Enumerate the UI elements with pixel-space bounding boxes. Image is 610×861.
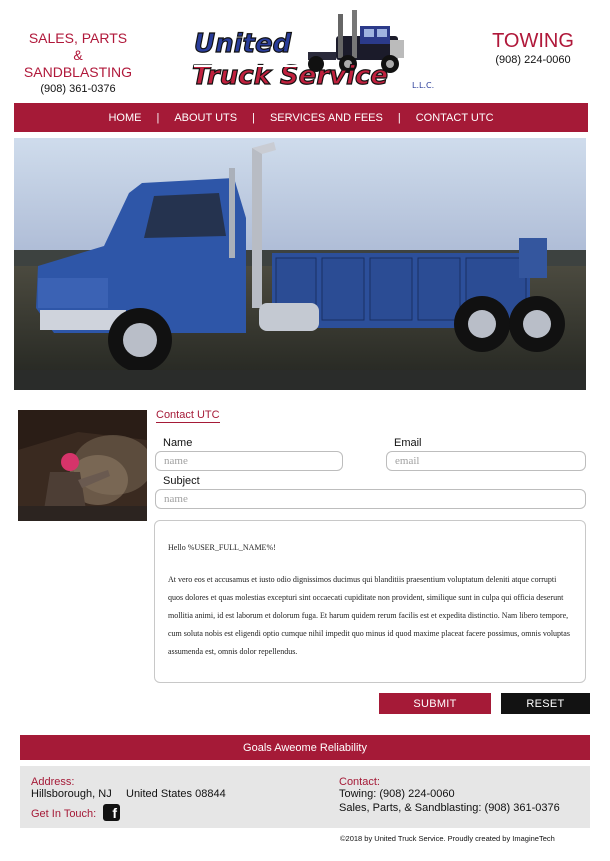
submit-button[interactable]: SUBMIT (379, 693, 491, 714)
reset-button[interactable]: RESET (501, 693, 590, 714)
sales-phone: (908) 361-0376 (40, 83, 116, 95)
message-textarea[interactable]: Hello %USER_FULL_NAME%! At vero eos et a… (154, 520, 586, 683)
copyright: ©2018 by United Truck Service. Proudly c… (340, 834, 555, 843)
towing-header-block: TOWING (908) 224-0060 (478, 30, 588, 66)
goals-banner: Goals Aweome Reliability (20, 735, 590, 760)
name-label: Name (163, 437, 193, 449)
name-input[interactable] (155, 451, 343, 471)
address-city: Hillsborough, NJ (31, 788, 112, 800)
message-greeting: Hello %USER_FULL_NAME%! (168, 543, 276, 552)
united-truck-service-logo[interactable]: United Truck Service L.L.C. (188, 8, 438, 94)
message-body: At vero eos et accusamus et iusto odio d… (168, 575, 570, 656)
towing-phone: (908) 224-0060 (495, 54, 571, 66)
hero-tow-truck-image (14, 138, 586, 390)
nav-separator: | (156, 111, 160, 124)
nav-about[interactable]: ABOUT UTS (172, 112, 239, 124)
facebook-icon[interactable]: f (103, 804, 120, 821)
nav-services[interactable]: SERVICES AND FEES (268, 112, 385, 124)
sales-contact: Sales, Parts, & Sandblasting: (908) 361-… (339, 802, 560, 814)
towing-contact: Towing: (908) 224-0060 (339, 788, 455, 800)
sandblasting-photo (18, 410, 147, 521)
nav-separator: | (252, 111, 255, 124)
contact-label: Contact: (339, 776, 380, 788)
footer: Address: Hillsborough, NJ United States … (20, 766, 590, 828)
towing-title: TOWING (492, 30, 574, 52)
svg-text:L.L.C.: L.L.C. (412, 81, 434, 90)
nav-separator: | (397, 111, 401, 124)
sales-title-line1: SALES, PARTS (28, 30, 128, 46)
get-in-touch-label: Get In Touch: (31, 808, 97, 820)
address-label: Address: (31, 776, 75, 788)
svg-text:United: United (194, 29, 292, 59)
nav-contact[interactable]: CONTACT UTC (414, 112, 496, 124)
address-country: United States 08844 (126, 788, 226, 800)
email-input[interactable] (386, 451, 586, 471)
subject-input[interactable] (155, 489, 586, 509)
main-nav: HOME | ABOUT UTS | SERVICES AND FEES | C… (14, 103, 588, 132)
contact-form-title: Contact UTC (156, 409, 220, 423)
nav-home[interactable]: HOME (106, 112, 143, 124)
sales-title-line2: & SANDBLASTING (23, 47, 133, 80)
email-label: Email (394, 437, 422, 449)
subject-label: Subject (163, 475, 200, 487)
sales-header-block: SALES, PARTS & SANDBLASTING (908) 361-03… (18, 30, 138, 95)
